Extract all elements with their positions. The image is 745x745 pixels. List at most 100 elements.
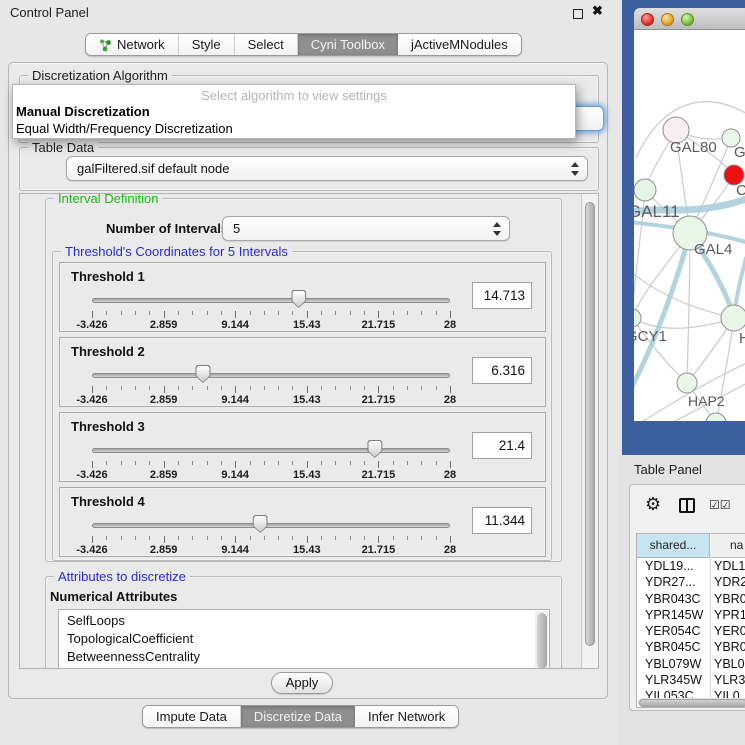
attribute-list-item[interactable]: SelfLoops xyxy=(59,612,549,630)
slider-tick xyxy=(421,386,422,390)
slider-tick-label: 21.715 xyxy=(362,319,396,331)
table-cell-name[interactable]: YER0 xyxy=(714,623,745,639)
tab-jactivemnodules[interactable]: jActiveMNodules xyxy=(398,34,521,55)
threshold-slider: -3.4262.8599.14415.4321.71528 xyxy=(92,289,450,331)
slider-tick xyxy=(378,311,379,318)
slider-track[interactable] xyxy=(92,523,450,528)
table-cell-name[interactable]: YPR1 xyxy=(714,607,745,623)
table-row[interactable]: YBR045C YBR0 xyxy=(637,639,745,655)
slider-tick-label: 28 xyxy=(444,469,456,481)
close-icon[interactable]: ✖ xyxy=(592,3,603,19)
table-cell-name[interactable]: YBL0 xyxy=(714,656,745,672)
table-cell-shared-name[interactable]: YPR145W xyxy=(645,607,703,623)
network-window-titlebar[interactable] xyxy=(634,8,745,30)
list-scrollbar[interactable] xyxy=(535,611,548,668)
slider-tick xyxy=(207,536,208,540)
table-cell-shared-name[interactable]: YER054C xyxy=(645,623,701,639)
traffic-light-zoom-icon[interactable] xyxy=(681,13,694,26)
slider-tick xyxy=(92,536,93,543)
table-hscrollbar[interactable] xyxy=(638,698,745,707)
table-cell-shared-name[interactable]: YDL19... xyxy=(645,558,694,574)
network-edge[interactable] xyxy=(634,318,734,328)
settings-scrollbar-thumb[interactable] xyxy=(585,202,595,646)
slider-track[interactable] xyxy=(92,373,450,378)
table-row[interactable]: YBR043C YBR0 xyxy=(637,591,745,607)
slider-tick xyxy=(235,311,236,318)
table-row[interactable]: YPR145W YPR1 xyxy=(637,607,745,623)
list-scrollbar-thumb[interactable] xyxy=(537,613,547,668)
float-window-icon[interactable] xyxy=(573,9,583,19)
traffic-light-close-icon[interactable] xyxy=(641,13,654,26)
table-cell-shared-name[interactable]: YDR27... xyxy=(645,574,696,590)
tab-cyni-toolbox[interactable]: Cyni Toolbox xyxy=(298,34,398,55)
table-cell-name[interactable]: YBR0 xyxy=(714,591,745,607)
settings-scrollbar[interactable] xyxy=(581,194,598,668)
slider-thumb[interactable] xyxy=(367,440,382,458)
table-row[interactable]: YDR27... YDR2 xyxy=(637,574,745,590)
table-cell-shared-name[interactable]: YBR043C xyxy=(645,591,701,607)
slider-tick xyxy=(407,311,408,315)
slider-tick xyxy=(364,311,365,315)
apply-button[interactable]: Apply xyxy=(271,672,333,694)
network-node[interactable] xyxy=(634,179,656,201)
gear-icon[interactable]: ⚙ xyxy=(645,494,661,515)
threshold-value-field[interactable] xyxy=(472,432,532,459)
table-hscrollbar-thumb[interactable] xyxy=(639,699,745,707)
table-data-combobox[interactable]: galFiltered.sif default node xyxy=(66,156,588,181)
network-canvas[interactable]: GAL80GACGAL11GAL4GCY1HHAP2 xyxy=(634,30,745,421)
tab-infer-network[interactable]: Infer Network xyxy=(355,706,458,727)
slider-tick xyxy=(207,386,208,390)
number-of-intervals-combobox[interactable]: 5 xyxy=(222,216,510,241)
slider-track[interactable] xyxy=(92,298,450,303)
tab-discretize-data[interactable]: Discretize Data xyxy=(241,706,355,727)
column-layout-icon[interactable] xyxy=(679,498,695,513)
control-panel-tabs: Network Style Select Cyni Toolbox jActiv… xyxy=(85,33,522,56)
table-cell-name[interactable]: YBR0 xyxy=(714,639,745,655)
threshold-value-field[interactable] xyxy=(472,507,532,534)
column-header-name[interactable]: na xyxy=(711,534,745,558)
attribute-list-item[interactable]: TopologicalCoefficient xyxy=(59,630,549,648)
slider-tick xyxy=(235,536,236,543)
network-node[interactable] xyxy=(721,305,745,331)
slider-tick xyxy=(149,461,150,465)
tab-impute-data[interactable]: Impute Data xyxy=(143,706,241,727)
slider-track[interactable] xyxy=(92,448,450,453)
network-edge[interactable] xyxy=(634,233,690,392)
table-cell-name[interactable]: YDR2 xyxy=(714,574,745,590)
slider-tick xyxy=(164,461,165,468)
slider-tick xyxy=(335,461,336,465)
dropdown-option-manual[interactable]: Manual Discretization xyxy=(13,103,575,120)
network-node[interactable] xyxy=(677,373,697,393)
numerical-attributes-list[interactable]: SelfLoopsTopologicalCoefficientBetweenne… xyxy=(58,609,550,668)
slider-tick xyxy=(278,536,279,540)
network-node[interactable] xyxy=(634,309,641,327)
slider-tick xyxy=(321,536,322,540)
slider-tick xyxy=(192,386,193,390)
slider-tick xyxy=(307,311,308,318)
attribute-list-item[interactable]: BetweennessCentrality xyxy=(59,648,549,666)
table-cell-name[interactable]: YDL1 xyxy=(714,558,745,574)
dropdown-option-equal-width[interactable]: Equal Width/Frequency Discretization xyxy=(13,120,575,137)
slider-thumb[interactable] xyxy=(253,515,268,533)
traffic-light-minimize-icon[interactable] xyxy=(661,13,674,26)
table-cell-name[interactable]: YLR3 xyxy=(714,672,745,688)
table-cell-shared-name[interactable]: YBR045C xyxy=(645,639,701,655)
table-row[interactable]: YDL19... YDL1 xyxy=(637,558,745,574)
tab-style[interactable]: Style xyxy=(179,34,235,55)
select-columns-icon[interactable]: ☑☑ xyxy=(709,498,731,512)
threshold-value-field[interactable] xyxy=(472,357,532,384)
table-cell-shared-name[interactable]: YBL079W xyxy=(645,656,701,672)
tab-select[interactable]: Select xyxy=(235,34,298,55)
slider-thumb[interactable] xyxy=(291,290,306,308)
table-row[interactable]: YBL079W YBL0 xyxy=(637,656,745,672)
slider-thumb[interactable] xyxy=(195,365,210,383)
column-header-shared-name[interactable]: shared... xyxy=(637,534,710,558)
table-row[interactable]: YLR345W YLR3 xyxy=(637,672,745,688)
tab-network[interactable]: Network xyxy=(86,34,179,55)
slider-tick xyxy=(135,461,136,465)
table-cell-shared-name[interactable]: YLR345W xyxy=(645,672,702,688)
table-row[interactable]: YER054C YER0 xyxy=(637,623,745,639)
threshold-value-field[interactable] xyxy=(472,282,532,309)
network-edge[interactable] xyxy=(687,233,690,383)
slider-tick xyxy=(307,461,308,468)
